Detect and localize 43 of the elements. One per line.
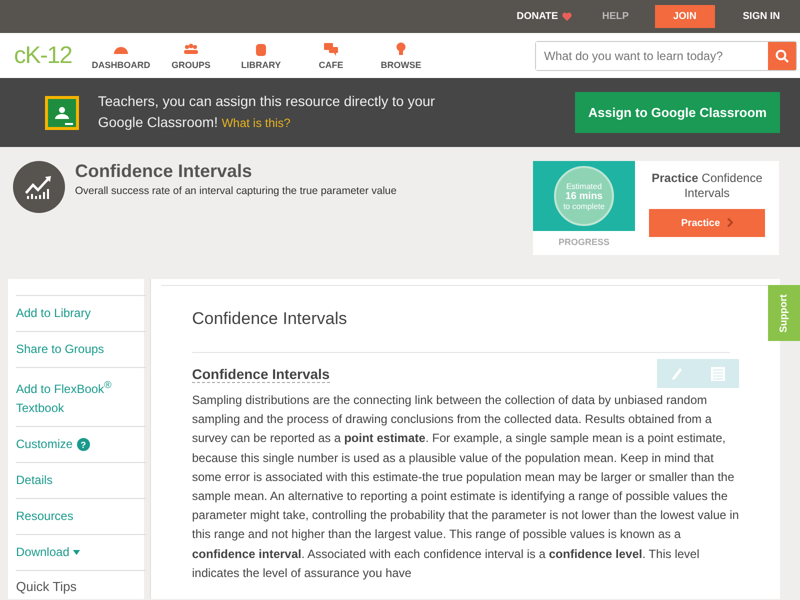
sidebar-link[interactable]: Download <box>16 543 70 562</box>
estimate-time: 16 mins <box>565 190 603 202</box>
nav-item[interactable]: CAFE <box>296 42 366 70</box>
help-link[interactable]: HELP <box>602 11 629 22</box>
nav-item[interactable]: GROUPS <box>156 42 226 70</box>
sidebar-link[interactable]: Customize <box>16 435 73 454</box>
what-is-this-link[interactable]: What is this? <box>222 116 290 130</box>
sidebar-link[interactable]: Add to FlexBook$^{®}$ Textbook <box>16 376 146 418</box>
help-icon[interactable]: ? <box>76 438 90 451</box>
practice-heading: Practice Confidence Intervals <box>650 171 764 201</box>
donate-link[interactable]: DONATE <box>516 11 558 22</box>
chart-trend-icon <box>13 161 65 213</box>
search-field[interactable]: What do you want to learn today? <box>535 40 797 70</box>
sidebar-link[interactable]: Share to Groups <box>16 340 104 359</box>
chevron-icon <box>726 218 733 226</box>
quick-tips-heading: Quick Tips <box>16 579 77 594</box>
estimate-label: Estimated <box>566 182 602 190</box>
banner-text: Teachers, you can assign this resource directly to your Google Classroom! What is this? <box>98 92 436 132</box>
join-button[interactable]: JOIN <box>654 5 715 28</box>
nav-item[interactable]: LIBRARY <box>226 42 296 70</box>
estimate-label: to complete <box>563 202 605 210</box>
concept-title: Confidence Intervals <box>75 161 254 182</box>
people-icon <box>183 42 199 56</box>
classroom-icon <box>44 94 80 130</box>
sidebar-link[interactable]: Resources <box>16 507 74 526</box>
nav-item[interactable]: BROWSE <box>366 42 436 70</box>
search-button[interactable] <box>768 42 796 70</box>
section-title: Confidence Intervals <box>192 366 330 383</box>
paragraph: Sampling distributions are the connecting link between the collection of data by unbiased random sampling and the process of drawing conclusions from the collected data. Results obtained from a survey can be reported as a point estimate. For example, a single sample mean is a point estimate, because this single number is used as a plausible value of the population mean. Keep in mind that some error is associated with this estimate-the true population mean may be larger or smaller than the sample mean. An alternative to reporting a point estimate is identifying a range of possible values the parameter might take, controlling the probability that the parameter is not lower than the lowest value in this range and not higher than the largest value. This range of possible values is known as a confidence interval. Associated with each confidence interval is a confidence level. This level indicates the level of assurance you have <box>192 392 740 582</box>
support-tab[interactable]: Support <box>768 285 800 341</box>
sidebar-link[interactable]: Add to Library <box>16 304 91 323</box>
heart-icon <box>562 12 572 21</box>
sign-in-link[interactable]: SIGN IN <box>742 11 780 22</box>
nav-item[interactable]: DASHBOARD <box>86 42 156 70</box>
search-icon <box>775 48 789 62</box>
practice-button[interactable]: Practice <box>649 209 765 237</box>
chat-icon <box>323 42 339 56</box>
logo[interactable]: cK-12 <box>14 42 86 70</box>
concept-subtitle: Overall success rate of an interval capturing the true parameter value <box>75 185 397 197</box>
caret-icon[interactable] <box>73 550 80 555</box>
sidebar-link[interactable]: Details <box>16 471 53 490</box>
progress-label: PROGRESS <box>558 237 610 247</box>
assign-button[interactable]: Assign to Google Classroom <box>575 92 780 133</box>
